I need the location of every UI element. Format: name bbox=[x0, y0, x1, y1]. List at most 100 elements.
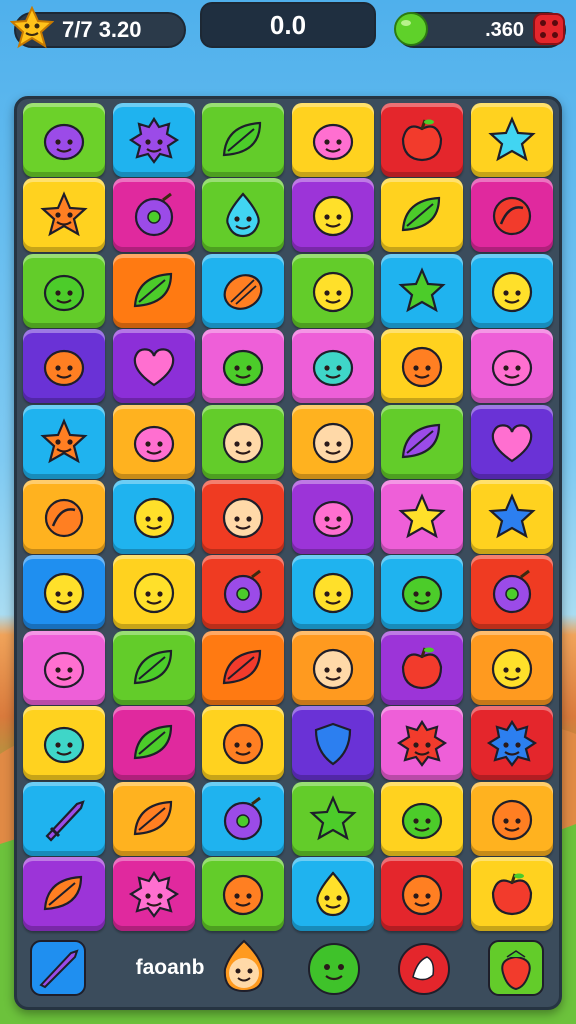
board-tile[interactable] bbox=[381, 706, 464, 781]
red-dice-icon[interactable] bbox=[532, 12, 566, 46]
board-tile[interactable] bbox=[381, 253, 464, 328]
board-tile[interactable] bbox=[471, 404, 553, 479]
board-tile[interactable] bbox=[471, 329, 553, 404]
board-tile[interactable] bbox=[471, 706, 553, 781]
board-tile[interactable] bbox=[202, 404, 285, 479]
face-yellow-icon bbox=[312, 196, 353, 237]
board-tile[interactable] bbox=[381, 178, 464, 253]
green-face-icon bbox=[308, 943, 360, 995]
drop-cyan-icon bbox=[226, 192, 260, 238]
board-tile[interactable] bbox=[202, 103, 285, 177]
board-tile[interactable] bbox=[381, 857, 464, 931]
board-tile[interactable] bbox=[202, 253, 285, 328]
board-tile[interactable] bbox=[112, 706, 195, 781]
apple-red-icon bbox=[402, 119, 443, 162]
coins-value: .360 bbox=[485, 18, 524, 41]
star-badge-icon bbox=[10, 6, 54, 49]
face-orange-icon bbox=[223, 724, 264, 765]
sword-booster-button[interactable] bbox=[28, 938, 88, 998]
blob-green-icon bbox=[402, 802, 443, 839]
blob-green-icon bbox=[43, 274, 85, 311]
board-tile[interactable] bbox=[471, 555, 553, 630]
board-tile[interactable] bbox=[112, 178, 195, 253]
board-tile[interactable] bbox=[112, 630, 195, 705]
board-tile[interactable] bbox=[202, 781, 285, 856]
face-peach-icon bbox=[223, 422, 264, 463]
board-tile[interactable] bbox=[23, 706, 105, 781]
board-tile[interactable] bbox=[112, 404, 195, 479]
board-tile[interactable] bbox=[291, 480, 374, 554]
board-tile[interactable] bbox=[23, 781, 105, 856]
board-tile[interactable] bbox=[23, 404, 105, 479]
sword-purple-icon bbox=[45, 799, 85, 842]
board-tile[interactable] bbox=[381, 480, 464, 554]
board-tile[interactable] bbox=[291, 630, 374, 705]
blob-pink-icon bbox=[312, 500, 353, 538]
board-tile[interactable] bbox=[112, 555, 195, 630]
board-tile[interactable] bbox=[112, 857, 195, 931]
green-face-booster-button[interactable] bbox=[304, 938, 364, 998]
board-tile[interactable] bbox=[202, 630, 285, 705]
board-tile[interactable] bbox=[381, 555, 464, 630]
blob-pink-icon bbox=[312, 123, 353, 161]
score-value: 0.0 bbox=[269, 9, 307, 40]
board-tile[interactable] bbox=[291, 329, 374, 404]
board-tile[interactable] bbox=[23, 253, 105, 328]
board-tile[interactable] bbox=[202, 857, 285, 931]
red-bird-booster-button[interactable] bbox=[394, 938, 454, 998]
board-tile[interactable] bbox=[202, 480, 285, 554]
board-tile[interactable] bbox=[202, 329, 285, 404]
board-tile[interactable] bbox=[381, 630, 464, 705]
board-tile[interactable] bbox=[23, 103, 105, 177]
board-tile[interactable] bbox=[291, 253, 374, 328]
face-orange-icon bbox=[402, 874, 443, 916]
board-tile[interactable] bbox=[23, 630, 105, 705]
blob-green-icon bbox=[402, 576, 443, 613]
board-tile[interactable] bbox=[291, 404, 374, 479]
face-yellow-icon bbox=[133, 573, 174, 614]
board-tile[interactable] bbox=[112, 103, 195, 177]
face-yellow-icon bbox=[43, 573, 85, 614]
booster-label: faoanb bbox=[135, 956, 205, 979]
board-tile[interactable] bbox=[471, 103, 553, 177]
board-tile[interactable] bbox=[381, 404, 464, 479]
spiky-red-icon bbox=[397, 720, 448, 768]
strawberry-booster-button[interactable] bbox=[486, 938, 546, 998]
board-tile[interactable] bbox=[23, 178, 105, 253]
board-tile[interactable] bbox=[471, 178, 553, 253]
board-tile[interactable] bbox=[381, 329, 464, 404]
fire-face-booster-button[interactable] bbox=[214, 936, 274, 996]
board-tile[interactable] bbox=[291, 178, 374, 253]
heart-pink-icon bbox=[133, 348, 174, 387]
board-tile[interactable] bbox=[112, 329, 195, 404]
board-tile[interactable] bbox=[112, 480, 195, 554]
board-tile[interactable] bbox=[202, 706, 285, 781]
blob-orange-icon bbox=[43, 350, 85, 387]
board-tile[interactable] bbox=[291, 857, 374, 931]
board-tile[interactable] bbox=[202, 555, 285, 630]
board-tile[interactable] bbox=[471, 253, 553, 328]
board-tile[interactable] bbox=[112, 253, 195, 328]
leaf-orange-icon bbox=[133, 800, 172, 835]
board-tile[interactable] bbox=[291, 781, 374, 856]
board-tile[interactable] bbox=[291, 555, 374, 630]
board-tile[interactable] bbox=[291, 103, 374, 177]
board-tile[interactable] bbox=[23, 480, 105, 554]
shield-blue-icon bbox=[314, 723, 351, 766]
board-tile[interactable] bbox=[23, 555, 105, 630]
board-tile[interactable] bbox=[471, 857, 553, 931]
board-tile[interactable] bbox=[23, 857, 105, 931]
board-tile[interactable] bbox=[471, 630, 553, 705]
board-tile[interactable] bbox=[471, 480, 553, 554]
leaf-red-icon bbox=[223, 649, 262, 684]
board-tile[interactable] bbox=[381, 103, 464, 177]
board-tile[interactable] bbox=[381, 781, 464, 856]
booster-bar: faoanb bbox=[14, 932, 562, 1006]
board-tile[interactable] bbox=[291, 706, 374, 781]
blob-pink-icon bbox=[43, 651, 85, 688]
board-tile[interactable] bbox=[23, 329, 105, 404]
board-tile[interactable] bbox=[202, 178, 285, 253]
plum-purple-icon bbox=[224, 796, 263, 840]
board-tile[interactable] bbox=[112, 781, 195, 856]
board-tile[interactable] bbox=[471, 781, 553, 856]
